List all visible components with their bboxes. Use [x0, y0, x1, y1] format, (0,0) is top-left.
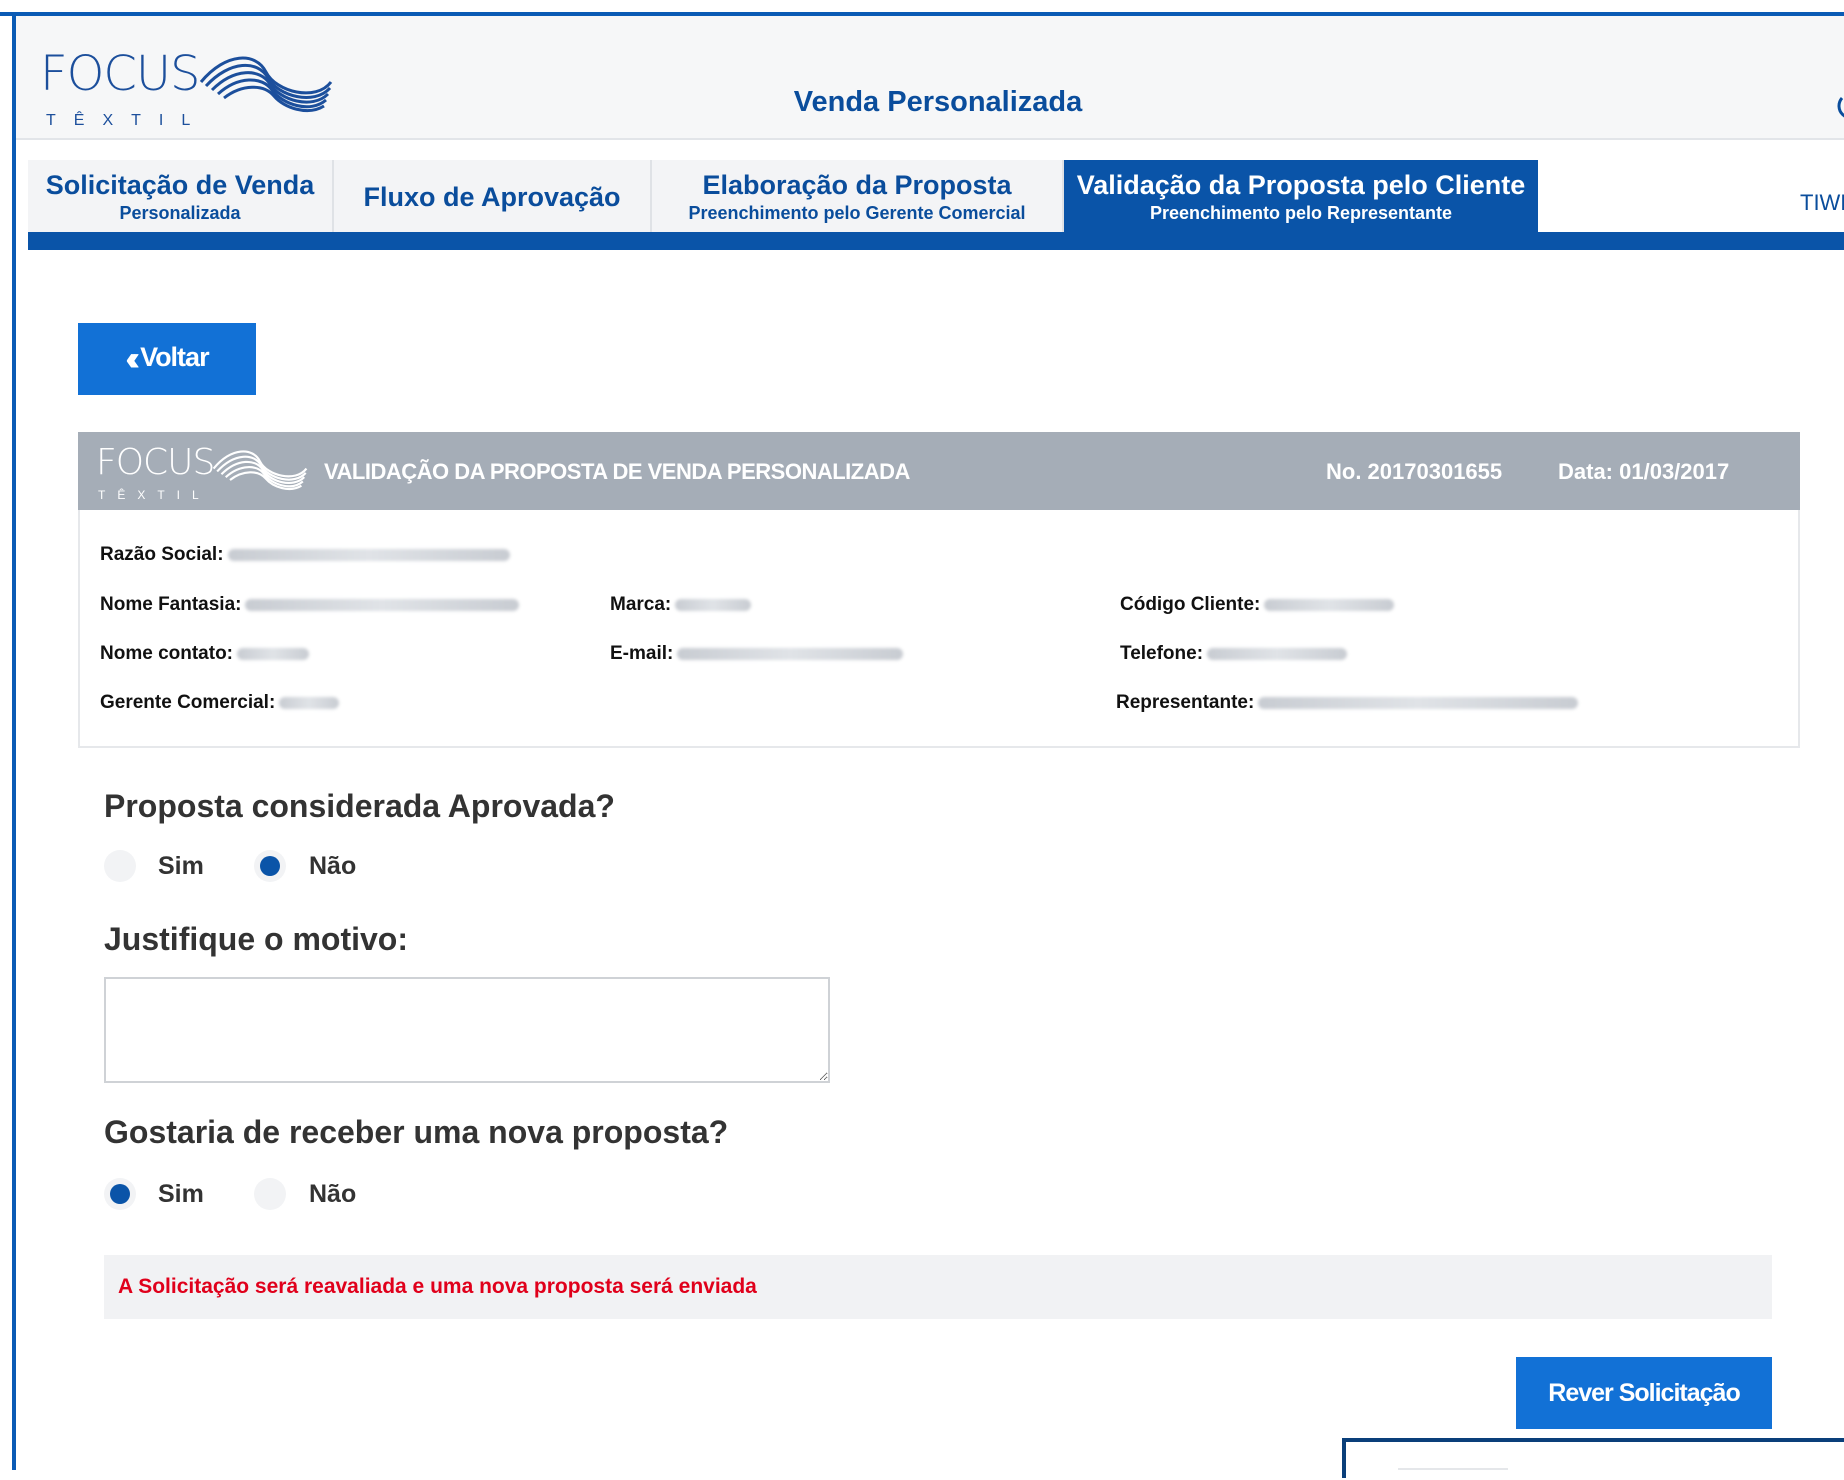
focus-textil-logo-small: FOCUS TÊXTIL [96, 442, 308, 504]
telefone-field: Telefone: [1120, 643, 1348, 665]
tab-solicitacao[interactable]: Solicitação de Venda Personalizada [28, 160, 334, 232]
justification-textarea[interactable] [104, 977, 830, 1083]
representante-field: Representante: [1116, 692, 1579, 714]
back-button[interactable]: ‹‹ Voltar [78, 323, 256, 395]
radio-nova-proposta-sim[interactable] [104, 1178, 136, 1210]
tab-validacao-cliente[interactable]: Validação da Proposta pelo Cliente Preen… [1064, 160, 1538, 232]
radio-aprovada-sim[interactable] [104, 850, 136, 882]
client-info-panel: Razão Social: Nome Fantasia: Marca: Códi… [78, 510, 1800, 748]
redacted-value [1258, 697, 1579, 709]
power-icon[interactable] [1834, 84, 1844, 124]
question-aprovada: Proposta considerada Aprovada? [104, 788, 615, 824]
redacted-value [245, 599, 520, 611]
tabs-underline [28, 232, 1844, 250]
codigo-cliente-field: Código Cliente: [1120, 594, 1395, 616]
redacted-value [279, 697, 340, 709]
redacted-value [1264, 599, 1395, 611]
nome-fantasia-field: Nome Fantasia: [100, 594, 520, 616]
razao-social-field: Razão Social: [100, 544, 510, 566]
proposal-title: VALIDAÇÃO DA PROPOSTA DE VENDA PERSONALI… [324, 459, 910, 484]
wave-logo-icon [212, 450, 308, 490]
marca-field: Marca: [610, 594, 752, 616]
question-nova-proposta: Gostaria de receber uma nova proposta? [104, 1114, 729, 1150]
redacted-value [675, 599, 752, 611]
workflow-tabs: Solicitação de Venda Personalizada Fluxo… [28, 160, 1844, 232]
proposal-header: FOCUS TÊXTIL VALIDAÇÃO DA PROPOSTA DE VE… [78, 432, 1800, 510]
question-justifique: Justifique o motivo: [104, 921, 408, 957]
email-field: E-mail: [610, 643, 904, 665]
user-label: TIWEB [1800, 190, 1844, 215]
radio-label: Não [309, 1180, 357, 1208]
tab-fluxo-aprovacao[interactable]: Fluxo de Aprovação [334, 160, 652, 232]
page-title: Venda Personalizada [793, 86, 1083, 118]
tab-elaboracao-proposta[interactable]: Elaboração da Proposta Preenchimento pel… [652, 160, 1064, 232]
redacted-value [1207, 648, 1348, 660]
overlay-panel [1342, 1438, 1844, 1478]
rever-solicitacao-button[interactable]: Rever Solicitação [1516, 1357, 1772, 1429]
double-chevron-left-icon: ‹‹ [125, 339, 139, 378]
proposal-date: Data: 01/03/2017 [1558, 459, 1730, 484]
redacted-value [677, 648, 904, 660]
nome-contato-field: Nome contato: [100, 643, 309, 665]
radio-nova-proposta-nao[interactable] [254, 1178, 286, 1210]
app-header: FOCUS TÊXTIL Venda Personalizada [16, 16, 1844, 140]
redacted-value [227, 549, 510, 561]
redacted-value [237, 648, 309, 660]
proposal-number: No. 20170301655 [1326, 459, 1503, 484]
gerente-comercial-field: Gerente Comercial: [100, 692, 340, 714]
notice-message: A Solicitação será reavaliada e uma nova… [104, 1255, 1772, 1319]
radio-label: Não [309, 852, 357, 880]
radio-label: Sim [158, 852, 204, 880]
radio-aprovada-nao[interactable] [254, 850, 286, 882]
radio-label: Sim [158, 1180, 204, 1208]
frame-border-left [12, 12, 16, 1470]
